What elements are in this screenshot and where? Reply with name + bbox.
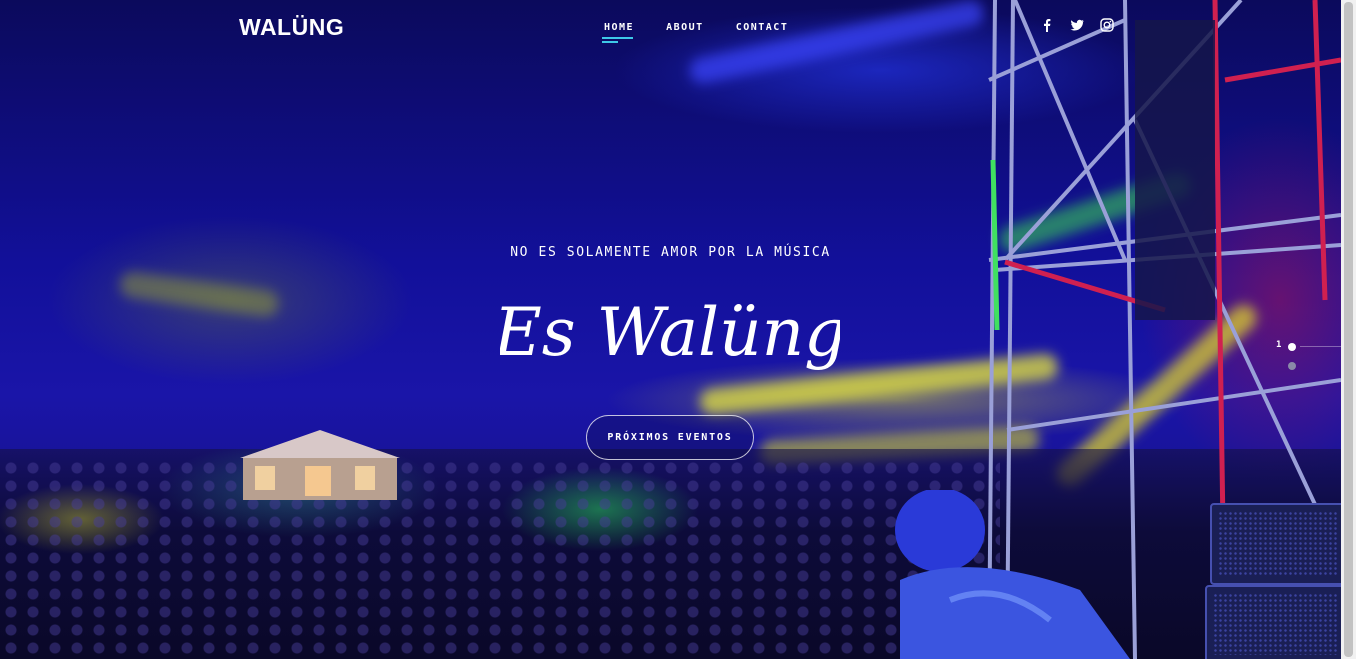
nav-home[interactable]: HOME xyxy=(604,22,634,33)
slide-dot-2[interactable] xyxy=(1288,362,1296,370)
nav-contact[interactable]: CONTACT xyxy=(736,22,789,33)
speaker-box xyxy=(1205,585,1341,659)
slide-dot-1[interactable] xyxy=(1288,343,1296,351)
page-scrollbar[interactable] xyxy=(1341,0,1356,659)
crowd-heads xyxy=(0,459,1000,659)
hero-headline-text: Es Walüng xyxy=(500,294,840,371)
scrollbar-thumb[interactable] xyxy=(1344,2,1353,657)
instagram-icon[interactable] xyxy=(1100,18,1114,32)
facebook-icon[interactable] xyxy=(1040,18,1054,32)
main-nav: HOME ABOUT CONTACT xyxy=(604,22,788,33)
social-links xyxy=(1040,18,1114,32)
hero-tagline: NO ES SOLAMENTE AMOR POR LA MÚSICA xyxy=(510,245,831,260)
hero-headline: Es Walüng xyxy=(500,294,840,371)
nav-about[interactable]: ABOUT xyxy=(666,22,704,33)
speaker-box xyxy=(1210,503,1341,585)
light-beam xyxy=(118,270,281,319)
site-logo[interactable]: WALÜNG xyxy=(239,14,344,41)
nav-active-indicator xyxy=(602,37,634,43)
slide-number: 1 xyxy=(1276,340,1282,350)
light-beam xyxy=(687,0,987,86)
tent-illustration xyxy=(240,430,400,500)
twitter-icon[interactable] xyxy=(1070,18,1084,32)
upcoming-events-button[interactable]: PRÓXIMOS EVENTOS xyxy=(586,415,754,460)
dj-silhouette xyxy=(895,490,1130,659)
